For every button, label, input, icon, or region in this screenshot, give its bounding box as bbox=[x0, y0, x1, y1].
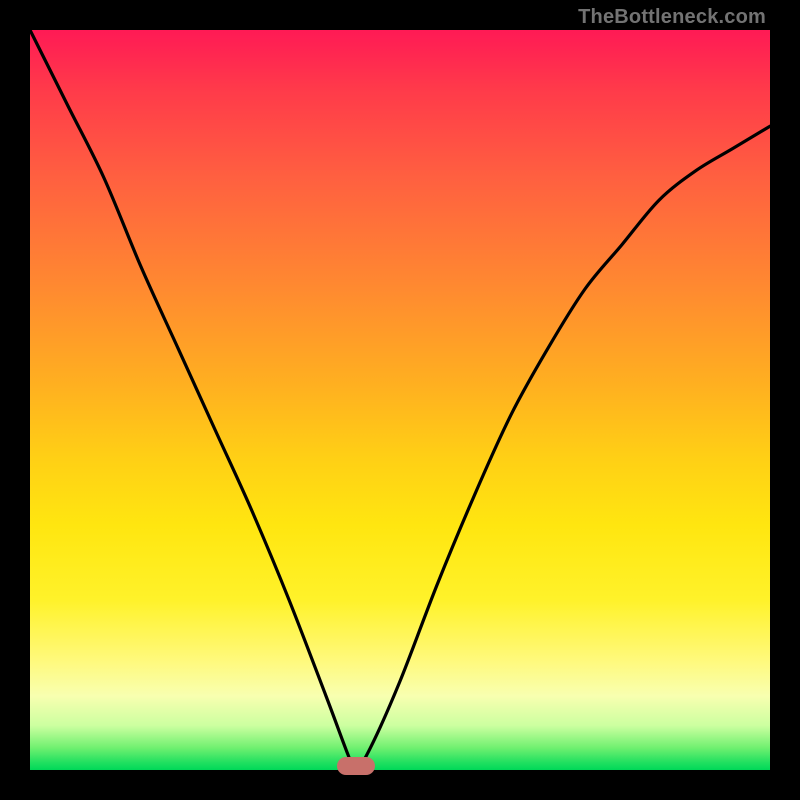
watermark-text: TheBottleneck.com bbox=[578, 6, 766, 29]
min-marker bbox=[337, 757, 375, 775]
chart-frame: TheBottleneck.com bbox=[0, 0, 800, 800]
bottleneck-curve bbox=[30, 30, 770, 770]
